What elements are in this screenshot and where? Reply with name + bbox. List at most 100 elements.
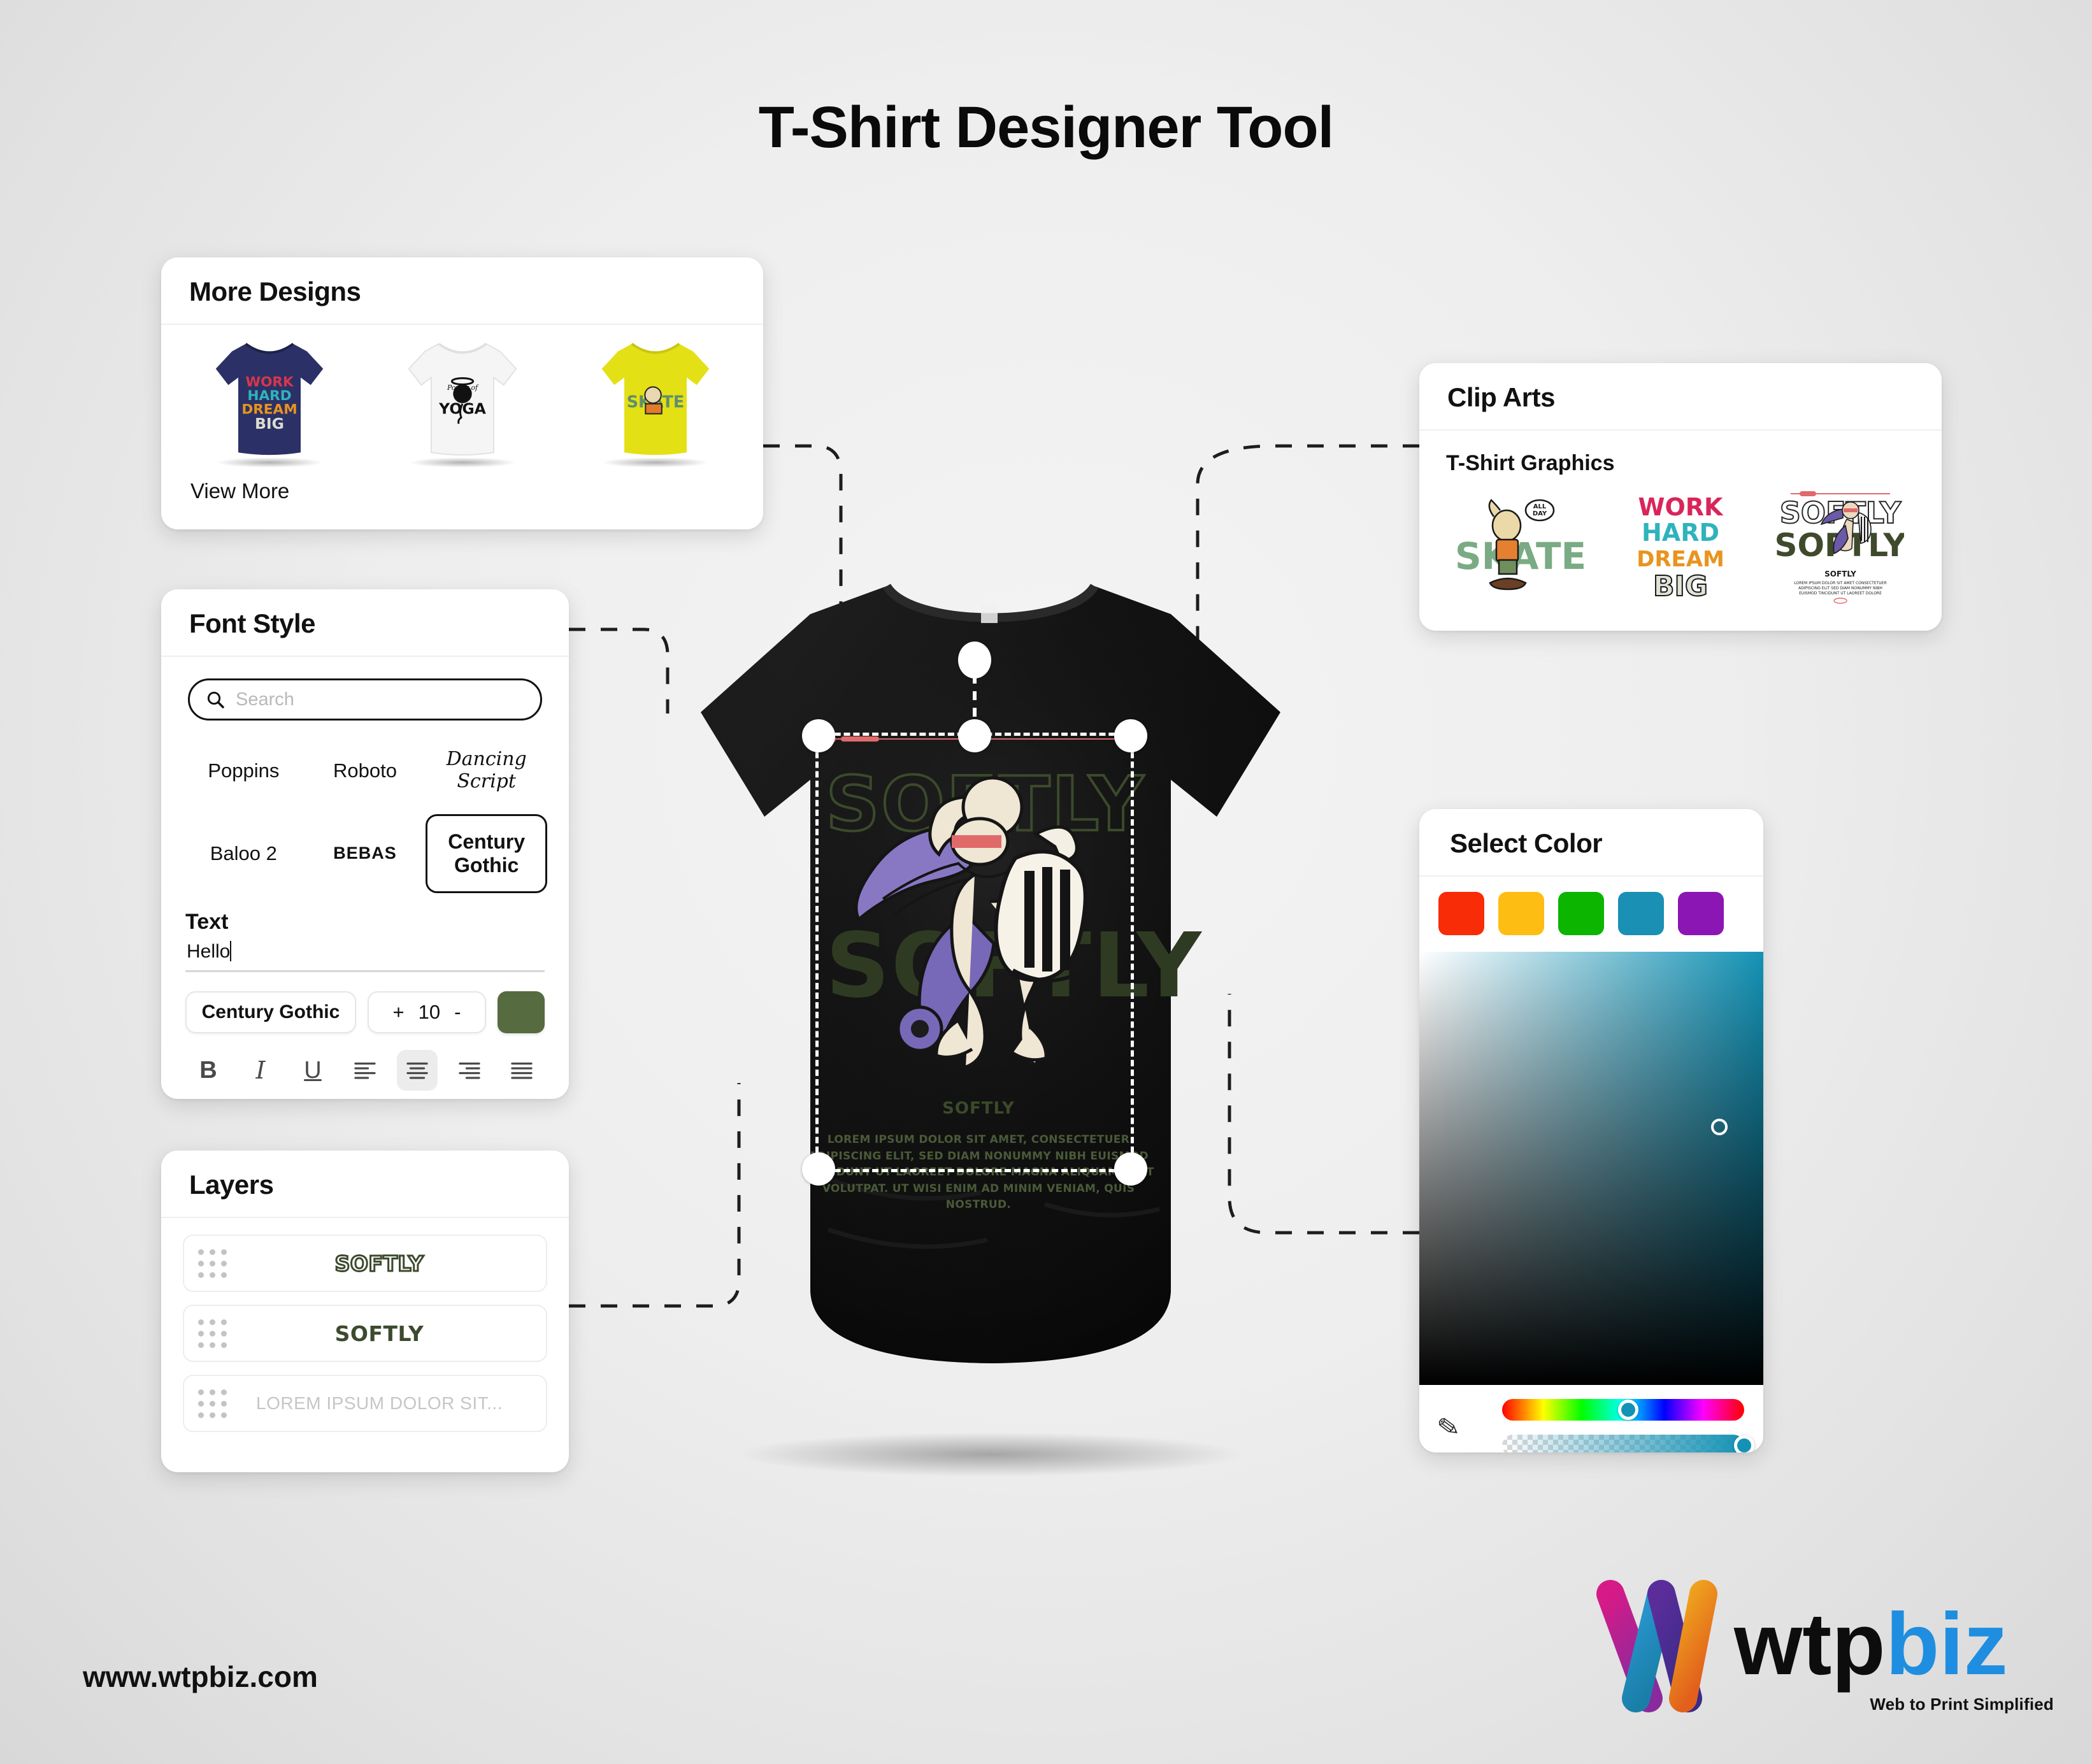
thumbnail-shadow <box>408 457 517 468</box>
brand-name-dark: wtp <box>1733 1595 1886 1693</box>
font-option-baloo-2[interactable]: Baloo 2 <box>201 836 286 871</box>
clip-art-work-hard-dream-big[interactable]: WORK HARD DREAM BIG <box>1617 487 1744 605</box>
bold-icon: B <box>199 1056 217 1084</box>
tshirt-shadow <box>736 1432 1245 1477</box>
layer-label: SOFTLY <box>334 1250 424 1277</box>
drag-handle-icon[interactable] <box>198 1319 227 1348</box>
alpha-slider-knob[interactable] <box>1734 1435 1754 1452</box>
svg-text:HARD: HARD <box>1642 519 1719 547</box>
align-justify-icon <box>511 1062 533 1079</box>
resize-handle-top-left[interactable] <box>802 719 835 752</box>
resize-handle-bottom-right[interactable] <box>1114 1152 1147 1186</box>
text-input-value: Hello <box>187 940 231 962</box>
svg-text:YOGA: YOGA <box>438 399 486 417</box>
align-justify-button[interactable] <box>501 1050 542 1091</box>
drag-handle-icon[interactable] <box>198 1249 227 1278</box>
more-designs-list: WORK HARD DREAM BIG YOGA Power of <box>161 325 763 468</box>
font-option-poppins[interactable]: Poppins <box>199 753 288 789</box>
text-caret <box>230 940 232 961</box>
align-right-button[interactable] <box>449 1050 490 1091</box>
clip-arts-title: Clip Arts <box>1419 363 1942 431</box>
font-size-increase[interactable]: + <box>393 1001 405 1024</box>
text-section-label: Text <box>185 909 229 934</box>
font-size-stepper[interactable]: + 10 - <box>367 991 486 1033</box>
svg-text:SOFTLY: SOFTLY <box>1824 570 1856 578</box>
layers-title: Layers <box>161 1151 569 1218</box>
clip-arts-subtitle: T-Shirt Graphics <box>1446 451 1615 475</box>
brand-tagline: Web to Print Simplified <box>1870 1695 2054 1714</box>
softly-angel-graphic-icon: SOFTLY SOFTLY SOFTLY LOREM IPSUM DOLOR S… <box>1774 491 1907 604</box>
svg-text:ADIPISCING ELIT SED DIAM NONUM: ADIPISCING ELIT SED DIAM NONUMMY NIBH <box>1798 586 1882 591</box>
italic-icon: I <box>255 1056 266 1084</box>
svg-text:Power of: Power of <box>447 384 479 392</box>
design-thumbnail-2[interactable]: SKATE <box>576 331 735 468</box>
rotate-stem <box>973 675 977 722</box>
font-size-value: 10 <box>418 1000 441 1023</box>
design-thumbnail-1[interactable]: YOGA Power of <box>383 331 542 468</box>
sv-cursor[interactable] <box>1711 1119 1728 1135</box>
thumbnail-shadow <box>601 457 710 468</box>
design-thumbnail-0[interactable]: WORK HARD DREAM BIG <box>190 331 349 468</box>
text-input[interactable]: Hello <box>185 937 545 972</box>
text-color-swatch[interactable] <box>498 991 545 1033</box>
color-swatch-yellow[interactable] <box>1498 892 1544 935</box>
more-designs-panel: More Designs WORK HARD DREAM BIG YOGA Po… <box>161 257 763 529</box>
color-swatch-green[interactable] <box>1558 892 1604 935</box>
color-swatch-teal[interactable] <box>1618 892 1664 935</box>
font-size-decrease[interactable]: - <box>454 1001 461 1024</box>
alpha-slider[interactable] <box>1502 1435 1754 1452</box>
svg-text:BIG: BIG <box>255 415 284 433</box>
search-icon <box>207 691 224 708</box>
resize-handle-top-right[interactable] <box>1114 719 1147 752</box>
eyedropper-icon[interactable]: ✎ <box>1435 1410 1462 1444</box>
hue-slider-knob[interactable] <box>1617 1400 1638 1420</box>
svg-text:ALL: ALL <box>1533 503 1547 510</box>
align-left-button[interactable] <box>345 1050 385 1091</box>
drag-handle-icon[interactable] <box>198 1389 227 1418</box>
align-center-button[interactable] <box>397 1049 438 1091</box>
color-swatch-purple[interactable] <box>1678 892 1724 935</box>
skate-graphic-icon: SKATE ALL DAY <box>1455 499 1586 591</box>
layer-row[interactable]: SOFTLY <box>183 1305 547 1362</box>
layer-label: SOFTLY <box>334 1321 424 1346</box>
page-title: T-Shirt Designer Tool <box>758 95 1334 160</box>
hue-slider[interactable] <box>1502 1399 1744 1421</box>
italic-button[interactable]: I <box>240 1050 281 1091</box>
tshirt-white-icon: YOGA Power of <box>407 343 517 456</box>
wtpbiz-logo: wtp biz <box>1596 1580 2008 1712</box>
font-option-century-gothic[interactable]: Century Gothic <box>426 814 547 893</box>
clip-arts-list: SKATE ALL DAY WORK HARD DREAM BIG SOFTLY… <box>1441 487 1920 605</box>
saturation-value-area[interactable] <box>1419 952 1763 1385</box>
font-option-dancing-script[interactable]: Dancing Script <box>426 742 547 799</box>
color-swatch-red[interactable] <box>1438 892 1484 935</box>
clip-art-softly[interactable]: SOFTLY SOFTLY SOFTLY LOREM IPSUM DOLOR S… <box>1774 487 1907 605</box>
resize-handle-bottom-left[interactable] <box>802 1152 835 1186</box>
font-search-input[interactable] <box>236 689 525 710</box>
resize-handle-top-center[interactable] <box>958 719 991 752</box>
font-option-bebas[interactable]: BEBAS <box>324 837 406 870</box>
footer-url[interactable]: www.wtpbiz.com <box>83 1660 318 1694</box>
align-center-icon <box>406 1062 428 1079</box>
preset-swatches <box>1419 877 1763 952</box>
layer-label: LOREM IPSUM DOLOR SIT... <box>256 1393 503 1413</box>
layers-panel: Layers SOFTLY SOFTLY LOREM IPSUM DOLOR S… <box>161 1151 569 1472</box>
bold-button[interactable]: B <box>188 1050 229 1091</box>
clip-arts-panel: Clip Arts T-Shirt Graphics SKATE ALL DAY <box>1419 363 1942 631</box>
tshirt-canvas[interactable]: SOFTLY SOFTLY <box>637 567 1344 1477</box>
align-right-icon <box>459 1062 480 1079</box>
text-format-toolbar: B I U <box>188 1049 542 1091</box>
font-style-title: Font Style <box>161 589 569 657</box>
select-color-title: Select Color <box>1419 809 1763 877</box>
selection-box[interactable] <box>802 642 1147 1186</box>
underline-button[interactable]: U <box>292 1050 333 1091</box>
font-name-dropdown[interactable]: Century Gothic <box>185 991 356 1033</box>
font-search-box[interactable] <box>188 678 542 721</box>
view-more-link[interactable]: View More <box>161 465 763 503</box>
thumbnail-shadow <box>215 457 324 468</box>
rotate-handle[interactable] <box>958 642 991 678</box>
clip-art-skate[interactable]: SKATE ALL DAY <box>1455 487 1586 605</box>
layer-row[interactable]: LOREM IPSUM DOLOR SIT... <box>183 1375 547 1432</box>
brand-name-accent: biz <box>1886 1595 2008 1693</box>
layer-row[interactable]: SOFTLY <box>183 1235 547 1292</box>
font-option-roboto[interactable]: Roboto <box>324 753 406 789</box>
